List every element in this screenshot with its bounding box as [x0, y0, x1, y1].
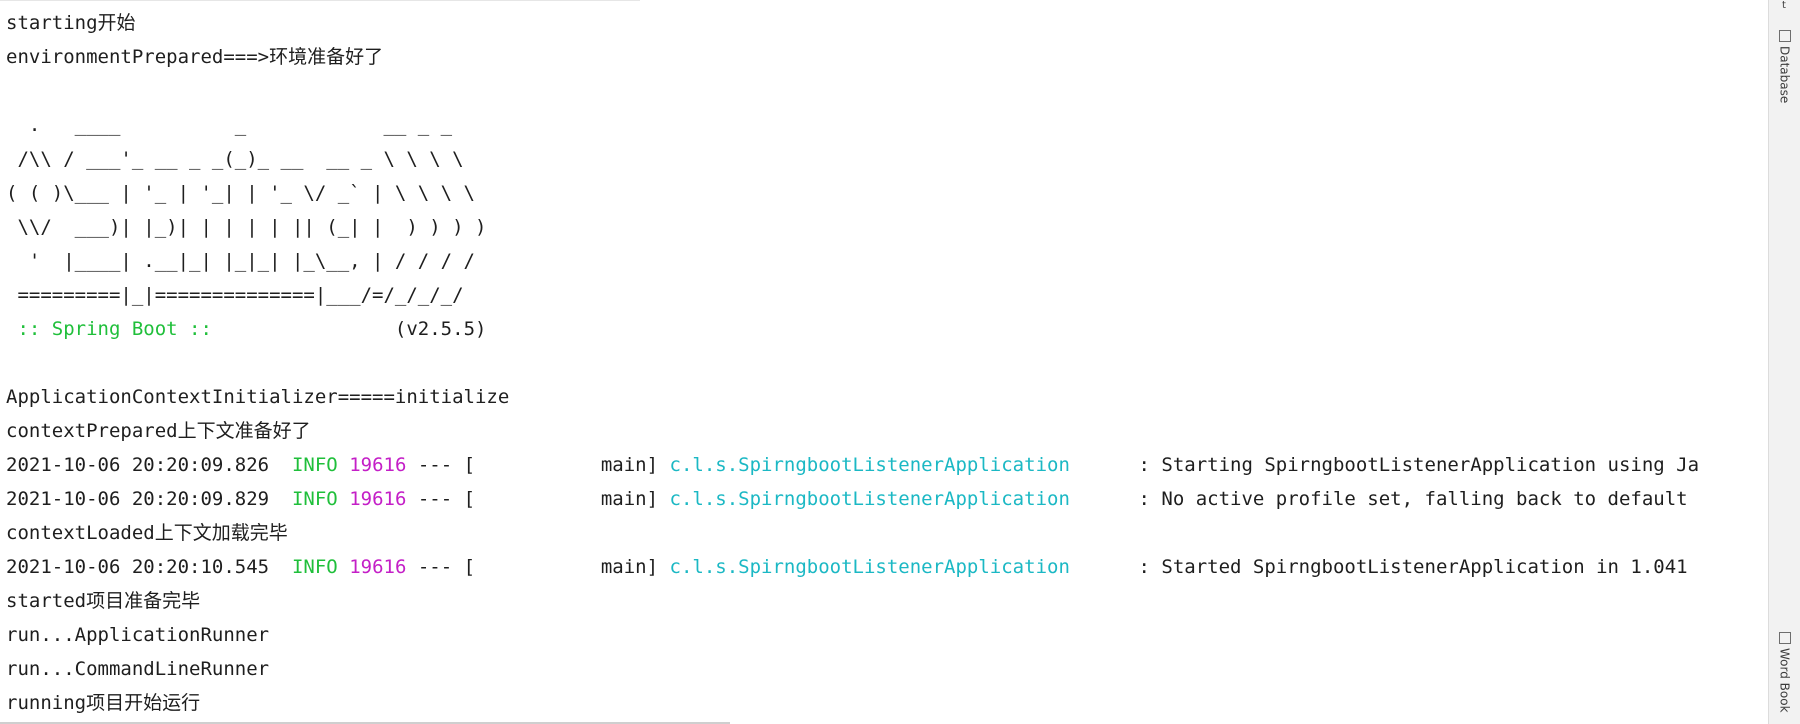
console-segment: ApplicationContextInitializer=====initia…	[6, 386, 510, 408]
console-segment: /\\ / ___'_ __ _ _(_)_ __ __ _ \ \ \ \	[6, 148, 464, 170]
console-line: environmentPrepared===>环境准备好了	[6, 40, 1768, 74]
console-segment: 19616	[349, 556, 407, 578]
console-line: \\/ ___)| |_)| | | | | || (_| | ) ) ) )	[6, 210, 1768, 244]
console-segment: run...CommandLineRunner	[6, 658, 270, 680]
top-divider	[0, 0, 640, 1]
console-line: starting开始	[6, 6, 1768, 40]
console-segment: 2021-10-06 20:20:09.826	[6, 454, 292, 476]
console-line: started项目准备完毕	[6, 584, 1768, 618]
console-line: =========|_|==============|___/=/_/_/_/	[6, 278, 1768, 312]
word-book-tab-label: Word Book	[1777, 648, 1792, 713]
console-segment	[338, 556, 349, 578]
database-icon	[1778, 30, 1791, 42]
console-line: run...CommandLineRunner	[6, 652, 1768, 686]
database-tab-label: Database	[1777, 46, 1792, 104]
word-book-tab[interactable]: Word Book	[1769, 632, 1800, 713]
console-segment: starting开始	[6, 12, 136, 34]
console-line: running项目开始运行	[6, 686, 1768, 720]
console-segment: ' |____| .__|_| |_|_| |_\__, | / / / /	[6, 250, 475, 272]
console-segment: running项目开始运行	[6, 692, 201, 714]
edge-tab-fragment: t	[1782, 0, 1786, 11]
console-segment: --- [ main]	[406, 488, 670, 510]
right-tool-strip	[1769, 0, 1800, 724]
console-line: /\\ / ___'_ __ _ _(_)_ __ __ _ \ \ \ \	[6, 142, 1768, 176]
console-line: ' |____| .__|_| |_|_| |_\__, | / / / /	[6, 244, 1768, 278]
console-segment: --- [ main]	[406, 556, 670, 578]
console-line: 2021-10-06 20:20:10.545 INFO 19616 --- […	[6, 550, 1768, 584]
word-book-icon	[1778, 632, 1791, 644]
console-segment: : Starting SpirngbootListenerApplication…	[1069, 454, 1700, 476]
console-line: . ____ _ __ _ _	[6, 108, 1768, 142]
console-segment: 19616	[349, 488, 407, 510]
console-segment: run...ApplicationRunner	[6, 624, 270, 646]
console-line: 2021-10-06 20:20:09.829 INFO 19616 --- […	[6, 482, 1768, 516]
console-line: contextLoaded上下文加载完毕	[6, 516, 1768, 550]
console-line: ( ( )\___ | '_ | '_| | '_ \/ _` | \ \ \ …	[6, 176, 1768, 210]
console-lines: starting开始 environmentPrepared===>环境准备好了 …	[6, 6, 1768, 720]
console-output[interactable]: starting开始 environmentPrepared===>环境准备好了 …	[0, 0, 1768, 724]
console-segment: c.l.s.SpirngbootListenerApplication	[669, 488, 1070, 510]
console-segment: contextPrepared上下文准备好了	[6, 420, 311, 442]
console-segment: INFO	[291, 556, 338, 578]
console-line: run...ApplicationRunner	[6, 618, 1768, 652]
console-segment: c.l.s.SpirngbootListenerApplication	[669, 454, 1070, 476]
console-segment: : Started SpirngbootListenerApplication …	[1069, 556, 1688, 578]
console-line: contextPrepared上下文准备好了	[6, 414, 1768, 448]
console-segment: : No active profile set, falling back to…	[1069, 488, 1688, 510]
console-line: ApplicationContextInitializer=====initia…	[6, 380, 1768, 414]
console-segment	[338, 488, 349, 510]
console-line: :: Spring Boot :: (v2.5.5)	[6, 312, 1768, 346]
console-segment: :: Spring Boot ::	[6, 318, 212, 340]
console-segment: =========|_|==============|___/=/_/_/_/	[6, 284, 464, 306]
console-segment: \\/ ___)| |_)| | | | | || (_| | ) ) ) )	[6, 216, 487, 238]
console-segment: c.l.s.SpirngbootListenerApplication	[669, 556, 1070, 578]
console-segment: 2021-10-06 20:20:10.545	[6, 556, 292, 578]
console-segment: 2021-10-06 20:20:09.829	[6, 488, 292, 510]
console-line: 2021-10-06 20:20:09.826 INFO 19616 --- […	[6, 448, 1768, 482]
console-segment: ( ( )\___ | '_ | '_| | '_ \/ _` | \ \ \ …	[6, 182, 475, 204]
console-segment: 19616	[349, 454, 407, 476]
console-segment: (v2.5.5)	[211, 318, 487, 340]
console-segment: contextLoaded上下文加载完毕	[6, 522, 288, 544]
database-tab[interactable]: Database	[1769, 30, 1800, 103]
console-segment	[338, 454, 349, 476]
console-segment: --- [ main]	[406, 454, 670, 476]
console-segment: . ____ _ __ _ _	[6, 114, 453, 136]
console-segment: environmentPrepared===>环境准备好了	[6, 46, 384, 68]
console-segment: started项目准备完毕	[6, 590, 201, 612]
console-segment: INFO	[291, 454, 338, 476]
console-segment: INFO	[291, 488, 338, 510]
